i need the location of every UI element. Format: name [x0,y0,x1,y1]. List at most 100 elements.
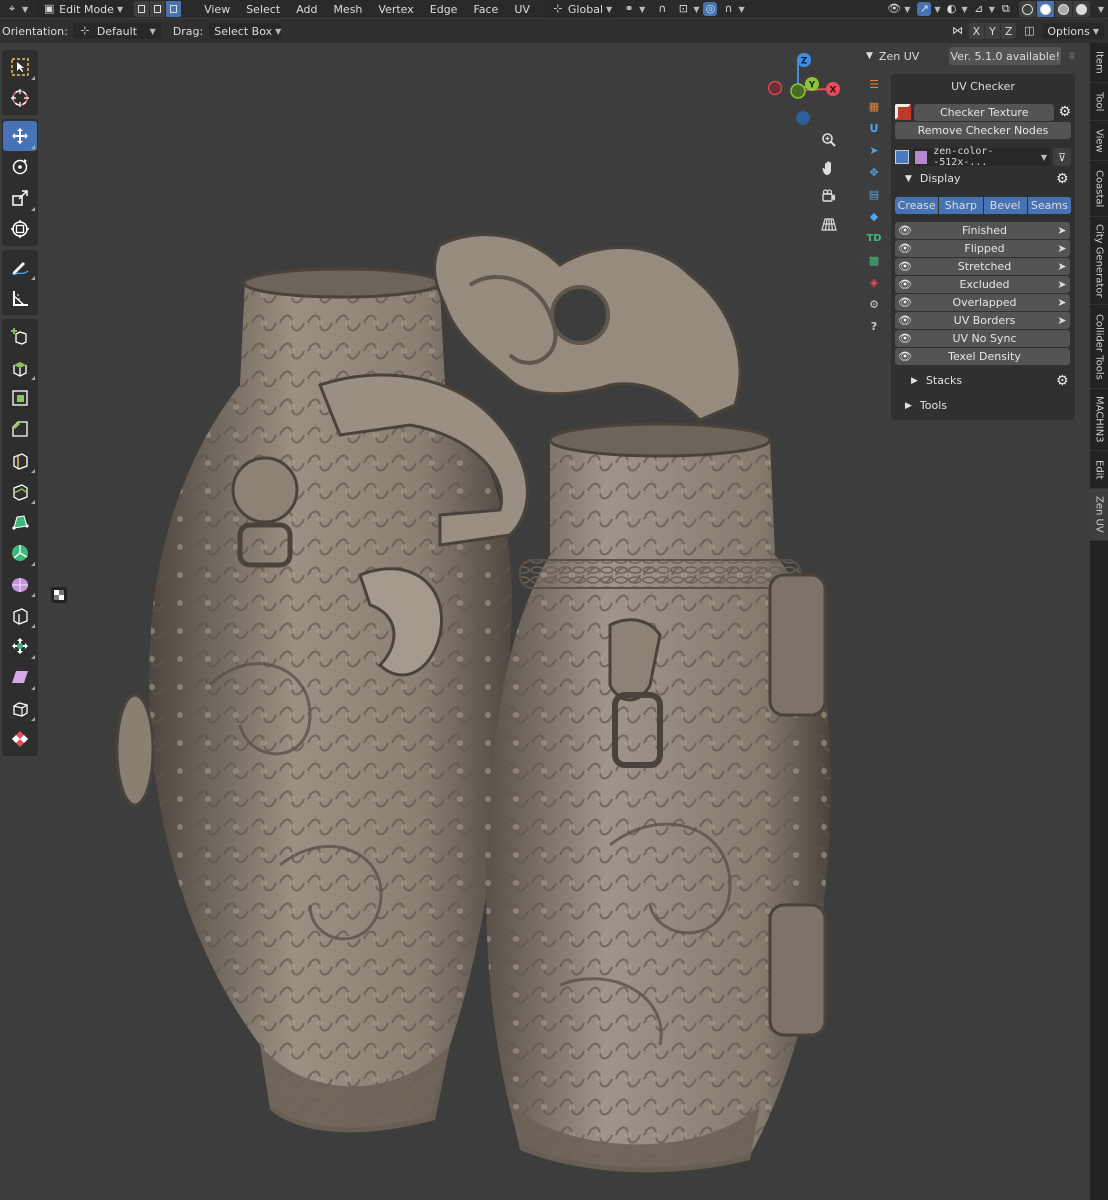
rail-select-icon[interactable]: ➤ [863,139,885,161]
rail-transform-icon[interactable]: ✥ [863,161,885,183]
face-select-button[interactable] [166,1,183,17]
select-cursor-icon[interactable]: ➤ [1054,258,1070,275]
select-cursor-icon[interactable]: ➤ [1054,294,1070,311]
tab-edit[interactable]: Edit [1090,451,1108,489]
shrink-fatten-tool[interactable] [3,631,37,661]
tab-item[interactable]: Item [1090,43,1108,83]
rail-help-icon[interactable]: ? [863,315,885,337]
rail-list-icon[interactable]: ☰ [863,73,885,95]
check-overlapped-label[interactable]: Overlapped [915,296,1054,309]
check-stretched-label[interactable]: Stretched [915,260,1054,273]
navigation-gizmo[interactable]: Y Z X [760,48,850,128]
eye-icon[interactable]: 👁 [895,278,915,291]
eye-icon[interactable]: 👁 [895,296,915,309]
material-shading-button[interactable] [1054,1,1073,17]
cursor-tool[interactable] [3,83,37,113]
spin-tool[interactable] [3,538,37,568]
rail-checker-grid-icon[interactable]: ▩ [863,249,885,271]
tab-machin3[interactable]: MACHIN3 [1090,389,1108,451]
measure-tool[interactable] [3,283,37,313]
eye-icon[interactable]: 👁 [895,224,915,237]
proportional-edit-toggle[interactable]: ◎ [701,1,719,17]
tab-city-generator[interactable]: City Generator [1090,217,1108,305]
menu-add[interactable]: Add [288,3,325,16]
menu-uv[interactable]: UV [506,3,538,16]
snap-toggle[interactable]: ∩ [650,1,674,17]
vertex-select-button[interactable] [134,1,151,17]
transform-orientation-dropdown[interactable]: ⊹ Global ▼ [545,1,618,17]
menu-edge[interactable]: Edge [422,3,466,16]
select-cursor-icon[interactable]: ➤ [1054,222,1070,239]
topology-mirror-icon[interactable]: ◫ [1022,24,1036,38]
display-mode-bevel[interactable]: Bevel [983,197,1028,214]
visibility-button[interactable]: 👁 ▼ [882,1,915,17]
orientation-dropdown[interactable]: ⊹ Default ▼ [72,23,161,39]
pan-view-button[interactable] [815,154,843,182]
version-notice-button[interactable]: Ver. 5.1.0 available! [949,47,1062,65]
camera-view-button[interactable] [815,182,843,210]
gizmo-toggle[interactable]: ↗ ▼ [915,1,942,17]
check-texel-density-label[interactable]: Texel Density [915,350,1054,363]
rail-checker-icon[interactable]: ▦ [863,95,885,117]
zen-uv-panel-header[interactable]: ▼ Zen UV Ver. 5.1.0 available! ⁞⁞ [860,43,1088,69]
eye-icon[interactable]: 👁 [895,332,915,345]
tools-section-header[interactable]: ▶ Tools [905,399,947,412]
scale-tool[interactable] [3,183,37,213]
check-finished-label[interactable]: Finished [915,224,1054,237]
checker-settings-gear-icon[interactable]: ⚙ [1058,104,1071,120]
knife-tool[interactable] [3,476,37,506]
transform-tool[interactable] [3,214,37,244]
select-cursor-icon[interactable]: ➤ [1054,276,1070,293]
rip-region-tool[interactable] [3,693,37,723]
tab-tool[interactable]: Tool [1090,83,1108,121]
menu-view[interactable]: View [196,3,238,16]
stacks-section-header[interactable]: ▶ Stacks [911,374,962,387]
checker-addon-tool[interactable] [3,724,37,754]
gizmo-neg-y-handle[interactable] [790,83,806,99]
menu-vertex[interactable]: Vertex [370,3,421,16]
edge-slide-tool[interactable] [3,600,37,630]
check-uv-borders-label[interactable]: UV Borders [915,314,1054,327]
rail-td-icon[interactable]: TD [863,227,885,249]
xray-toggle[interactable]: ⧉ [997,1,1015,17]
edge-select-button[interactable] [150,1,167,17]
stacks-settings-gear-icon[interactable]: ⚙ [1056,373,1069,389]
shading-options-button[interactable]: ▼ [1091,1,1108,17]
display-section-header[interactable]: ▼ Display [905,172,960,185]
mirror-x-toggle[interactable]: X [968,23,985,39]
rail-layers-icon[interactable]: ◆ [863,205,885,227]
eye-icon[interactable]: 👁 [895,350,915,363]
drag-dropdown[interactable]: Select Box ▼ [209,23,281,39]
move-tool[interactable] [3,121,37,151]
check-flipped-label[interactable]: Flipped [915,242,1054,255]
eye-icon[interactable]: 👁 [895,314,915,327]
gizmo-neg-x-handle[interactable] [767,80,783,96]
solid-shading-button[interactable] [1036,1,1055,17]
extrude-tool[interactable] [3,352,37,382]
smooth-tool[interactable] [3,569,37,599]
select-cursor-icon[interactable]: ➤ [1054,312,1070,329]
rail-stack-icon[interactable]: ▤ [863,183,885,205]
texture-selector-dropdown[interactable]: zen-color--512x-... ▼ [913,146,1050,168]
editor-type-button[interactable]: ⌖ ▼ [0,1,33,17]
display-mode-crease[interactable]: Crease [895,197,940,214]
rail-cube-icon[interactable]: ◈ [863,271,885,293]
overlays-toggle[interactable]: ◐ ▼ [943,1,970,17]
rail-u-icon[interactable]: U [863,117,885,139]
remove-checker-nodes-button[interactable]: Remove Checker Nodes [895,122,1071,139]
select-cursor-icon[interactable]: ➤ [1054,240,1070,257]
menu-face[interactable]: Face [465,3,506,16]
eye-icon[interactable]: 👁 [895,260,915,273]
filter-icon[interactable]: ⊽ [1053,148,1071,166]
gizmo-neg-z-handle[interactable] [796,111,810,125]
add-cube-tool[interactable] [3,321,37,351]
tab-coastal[interactable]: Coastal [1090,161,1108,217]
check-excluded-label[interactable]: Excluded [915,278,1054,291]
mirror-z-toggle[interactable]: Z [1000,23,1017,39]
pivot-point-button[interactable]: ⚭ ▼ [617,1,650,17]
tab-view[interactable]: View [1090,121,1108,161]
rail-settings-icon[interactable]: ⚙ [863,293,885,315]
check-uv-no-sync-label[interactable]: UV No Sync [915,332,1054,345]
select-box-tool[interactable] [3,52,37,82]
mesh-overlays-button[interactable]: ⊿ ▼ [970,1,997,17]
